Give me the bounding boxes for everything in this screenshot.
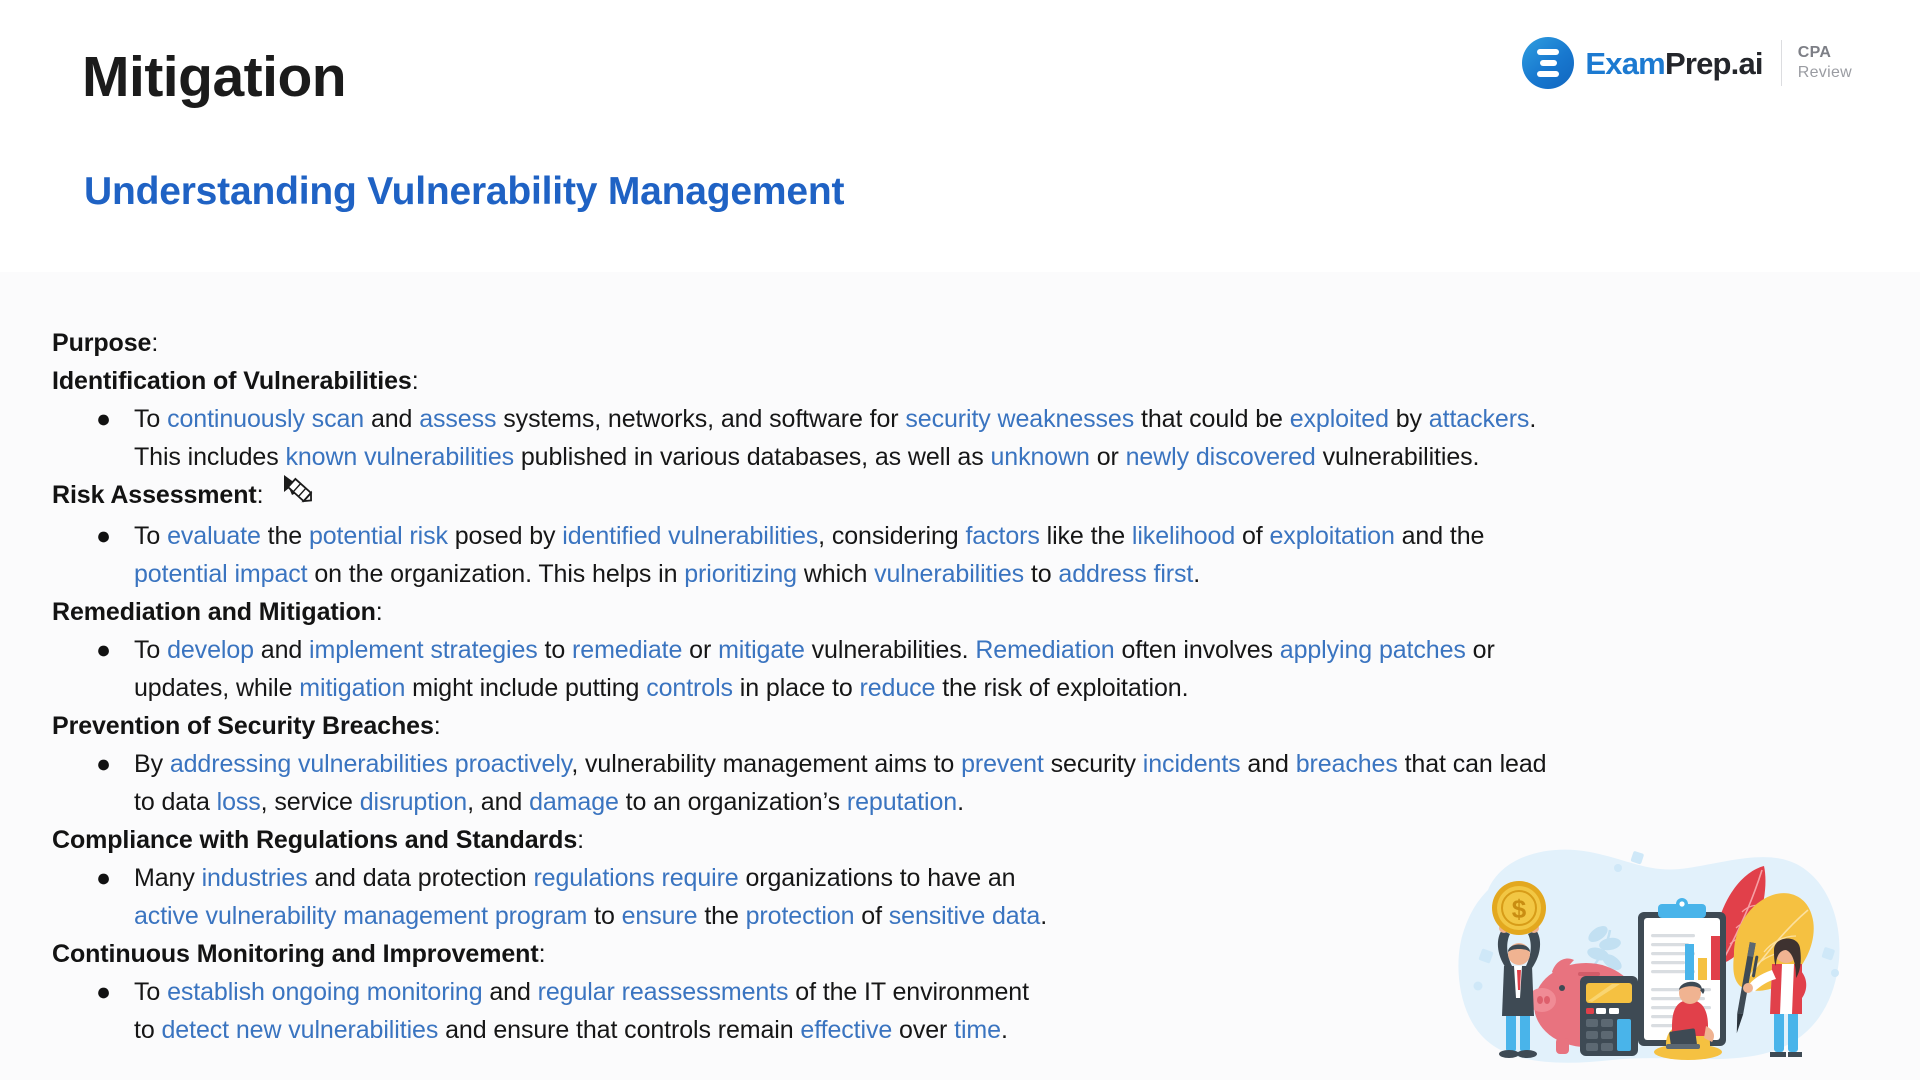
slide-body: $ Purpose: Identification of Vulnerabili… bbox=[0, 272, 1920, 1080]
purpose-heading: Purpose: bbox=[52, 329, 159, 357]
examprep-bars-icon bbox=[1522, 37, 1575, 89]
page-subtitle: Understanding Vulnerability Management bbox=[84, 170, 845, 213]
page-title: Mitigation bbox=[82, 45, 347, 109]
logo-word-prep: Prep.ai bbox=[1664, 45, 1764, 81]
pencil-cursor-icon bbox=[280, 474, 314, 515]
slide-root: Mitigation Understanding Vulnerability M… bbox=[0, 0, 1920, 1080]
bullet-marker: ● bbox=[96, 750, 112, 778]
purpose-heading-label: Purpose bbox=[52, 329, 152, 357]
section-heading-prevention: Prevention of Security Breaches: bbox=[52, 712, 441, 740]
bullet-marker: ● bbox=[96, 636, 112, 664]
section-heading-label: Risk Assessment bbox=[52, 481, 257, 510]
section-heading-remediation: Remediation and Mitigation: bbox=[52, 598, 383, 626]
bullet-text: To evaluate the potential risk posed by … bbox=[134, 522, 1485, 588]
bullet-text: To continuously scan and assess systems,… bbox=[134, 405, 1537, 471]
logo-bar-top bbox=[1537, 49, 1560, 55]
list-item: ● By addressing vulnerabilities proactiv… bbox=[82, 745, 1880, 821]
bullet-marker: ● bbox=[96, 522, 112, 550]
list-item: ● To continuously scan and assess system… bbox=[82, 400, 1880, 476]
list-item: ● To evaluate the potential risk posed b… bbox=[82, 517, 1880, 593]
logo-divider bbox=[1780, 40, 1782, 86]
logo-word-exam: Exam bbox=[1585, 45, 1665, 81]
bullet-text: To establish ongoing monitoring and regu… bbox=[134, 978, 1029, 1044]
list-item: ● Many industries and data protection re… bbox=[82, 859, 1880, 935]
bullet-text: To develop and implement strategies to r… bbox=[134, 636, 1495, 702]
bullet-marker: ● bbox=[96, 864, 112, 892]
logo-bar-bottom bbox=[1537, 71, 1560, 77]
logo-subbrand: CPA Review bbox=[1798, 43, 1852, 83]
logo-wordmark: ExamPrep.ai bbox=[1585, 45, 1764, 81]
section-heading-label: Remediation and Mitigation bbox=[52, 598, 376, 626]
section-heading-label: Prevention of Security Breaches bbox=[52, 712, 434, 740]
brand-logo[interactable]: ExamPrep.ai CPA Review bbox=[1522, 35, 1852, 91]
section-heading-label: Continuous Monitoring and Improvement bbox=[52, 940, 539, 968]
section-heading-risk-assessment: Risk Assessment: bbox=[52, 474, 1880, 517]
bullet-text: Many industries and data protection regu… bbox=[134, 864, 1048, 930]
section-heading-label: Identification of Vulnerabilities bbox=[52, 367, 412, 395]
bullet-text: By addressing vulnerabilities proactivel… bbox=[134, 750, 1547, 816]
logo-subbrand-bottom: Review bbox=[1797, 64, 1852, 81]
list-item: ● To establish ongoing monitoring and re… bbox=[82, 973, 1880, 1049]
content-block: Purpose: Identification of Vulnerabiliti… bbox=[52, 324, 1880, 1049]
list-item: ● To develop and implement strategies to… bbox=[82, 631, 1880, 707]
section-heading-identification: Identification of Vulnerabilities: bbox=[52, 367, 419, 395]
section-heading-compliance: Compliance with Regulations and Standard… bbox=[52, 826, 584, 854]
logo-subbrand-top: CPA bbox=[1797, 44, 1832, 61]
slide-header: Mitigation Understanding Vulnerability M… bbox=[0, 0, 1920, 272]
bullet-marker: ● bbox=[96, 405, 112, 433]
section-heading-label: Compliance with Regulations and Standard… bbox=[52, 826, 578, 854]
bullet-marker: ● bbox=[96, 978, 112, 1006]
section-heading-continuous-monitoring: Continuous Monitoring and Improvement: bbox=[52, 940, 546, 968]
logo-bar-middle bbox=[1539, 60, 1557, 66]
